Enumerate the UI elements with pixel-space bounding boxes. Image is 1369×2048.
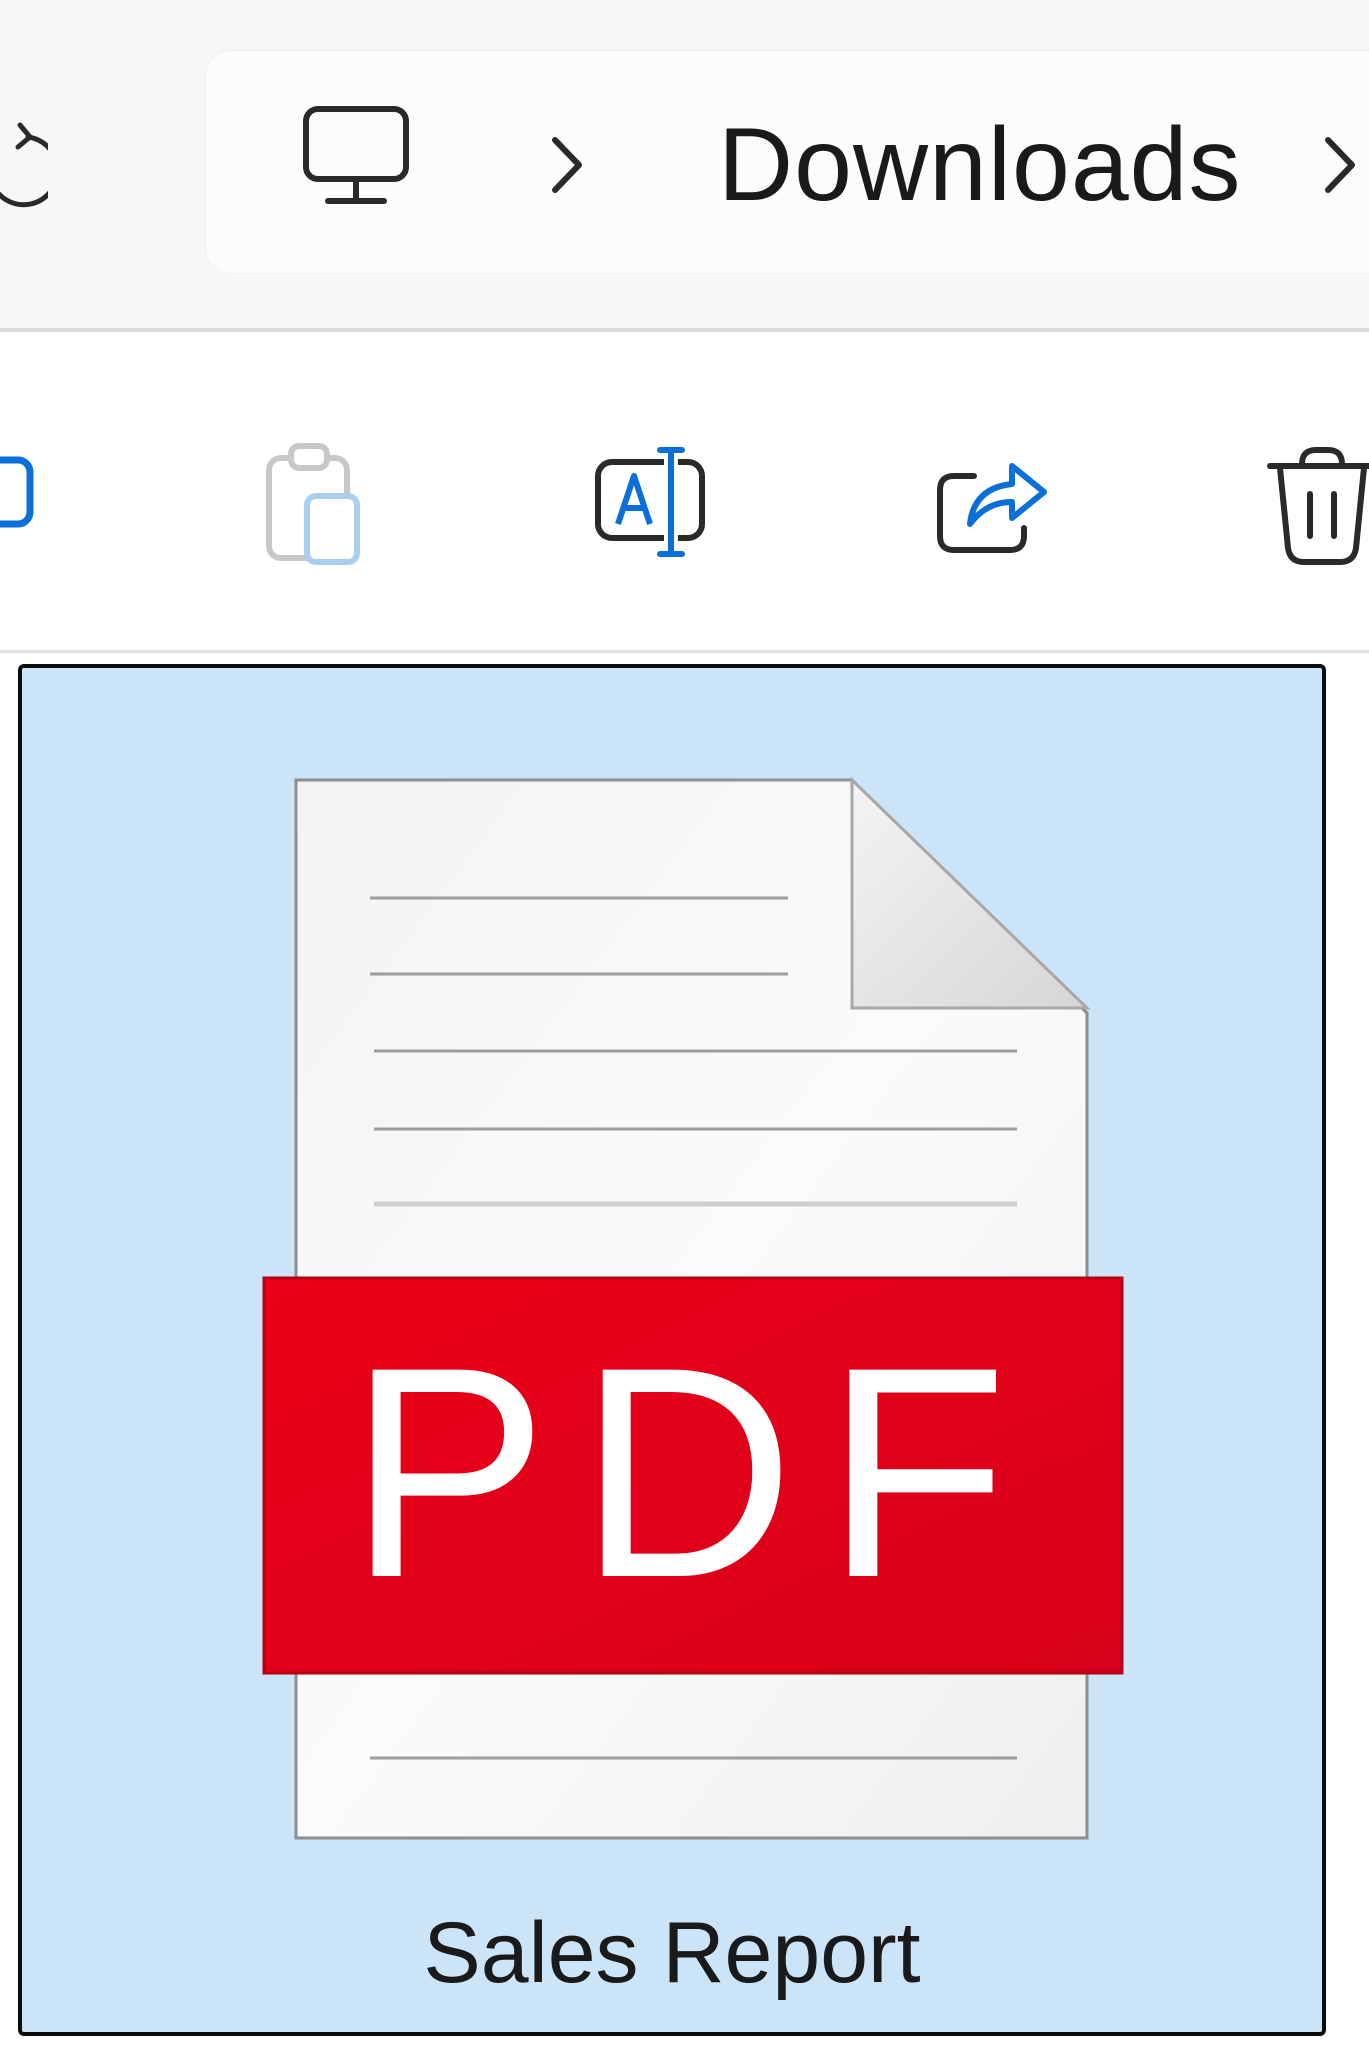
rename-icon[interactable] [590,440,710,570]
copy-icon[interactable] [0,440,85,570]
refresh-icon[interactable] [0,115,48,215]
navigation-bar: Downloads [0,0,1369,330]
paste-icon [266,443,360,565]
file-item-selected[interactable]: PDF Sales Report [18,664,1326,2036]
breadcrumb-item-downloads[interactable]: Downloads [718,100,1242,230]
file-name-label[interactable]: Sales Report [22,1898,1322,2008]
pdf-badge-label: PDF [348,1304,1038,1640]
divider [0,650,1369,653]
delete-icon[interactable] [1262,440,1369,570]
this-pc-monitor-icon[interactable] [300,103,412,213]
pdf-file-icon: PDF [262,776,1124,1840]
share-icon[interactable] [930,440,1050,570]
chevron-right-icon[interactable] [1318,128,1362,202]
chevron-right-icon[interactable] [545,128,589,202]
